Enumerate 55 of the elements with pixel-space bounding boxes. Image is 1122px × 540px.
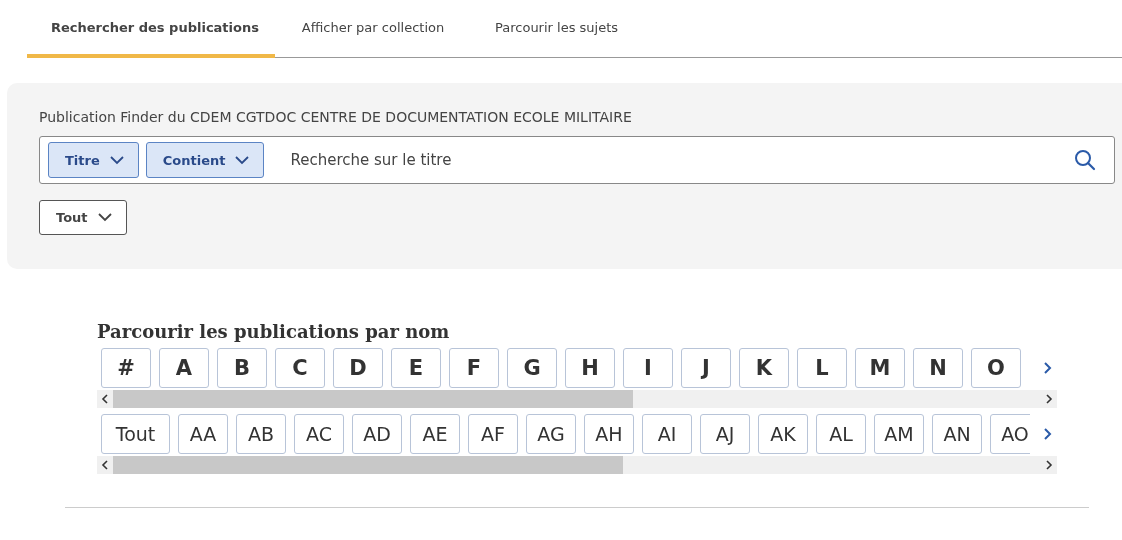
letter-button[interactable]: J [681, 348, 731, 388]
letter-button[interactable]: AK [758, 414, 808, 454]
tab[interactable]: Afficher par collection [275, 0, 471, 58]
letter-button[interactable]: AO [990, 414, 1030, 454]
letter-button[interactable]: AM [874, 414, 924, 454]
chevron-left-icon[interactable] [101, 460, 109, 470]
letter-button[interactable]: G [507, 348, 557, 388]
letter-button[interactable]: I [623, 348, 673, 388]
chevron-down-icon [235, 155, 250, 165]
letter-button[interactable]: H [565, 348, 615, 388]
letter-button[interactable]: AN [932, 414, 982, 454]
scrollbar[interactable] [97, 390, 1057, 408]
letter-button[interactable]: AL [816, 414, 866, 454]
scrollbar[interactable] [97, 456, 1057, 474]
scrollbar-thumb[interactable] [113, 456, 624, 474]
panel-title: Publication Finder du CDEM CGTDOC CENTRE DE DOCUMENTATION ECOLE MILITAIRE [39, 109, 633, 125]
browse-heading: Parcourir les publications par nom [97, 321, 451, 342]
chevron-right-icon[interactable] [1043, 427, 1053, 441]
scope-dropdown[interactable]: Tout [39, 200, 127, 235]
chevron-right-icon[interactable] [1045, 394, 1053, 404]
letter-button[interactable]: AF [468, 414, 518, 454]
letter-button[interactable]: L [797, 348, 847, 388]
letter-button[interactable]: AC [294, 414, 344, 454]
letter-button[interactable]: AJ [700, 414, 750, 454]
letter-button[interactable]: A [159, 348, 209, 388]
letter-button[interactable]: O [971, 348, 1021, 388]
letter-button[interactable]: Tout [101, 414, 170, 454]
chevron-down-icon [97, 213, 112, 222]
letter-button[interactable]: AE [410, 414, 460, 454]
letter-button[interactable]: C [275, 348, 325, 388]
letter-button[interactable]: K [739, 348, 789, 388]
letter-button[interactable]: AH [584, 414, 634, 454]
search-field[interactable]: Titre Contient Recherche sur le titre [39, 136, 1115, 184]
letter-button[interactable]: B [217, 348, 267, 388]
letter-button[interactable]: AB [236, 414, 286, 454]
letter-button[interactable]: AI [642, 414, 692, 454]
tab[interactable]: Rechercher des publications [27, 0, 275, 58]
letter-button[interactable]: AA [178, 414, 228, 454]
field-dropdown[interactable]: Titre [48, 142, 139, 178]
tab[interactable]: Parcourir les sujets [471, 0, 643, 58]
letter-button[interactable]: N [913, 348, 963, 388]
chevron-left-icon[interactable] [101, 394, 109, 404]
search-icon[interactable] [1074, 149, 1096, 171]
letter-button[interactable]: F [449, 348, 499, 388]
letter-button[interactable]: D [333, 348, 383, 388]
letter-button[interactable]: # [101, 348, 151, 388]
letter-button[interactable]: AD [352, 414, 402, 454]
letter-button[interactable]: E [391, 348, 441, 388]
letter-button[interactable]: AG [526, 414, 576, 454]
scrollbar-thumb[interactable] [113, 390, 633, 408]
chevron-right-icon[interactable] [1043, 361, 1053, 375]
letter-button[interactable]: M [855, 348, 905, 388]
chevron-down-icon [109, 155, 124, 165]
match-dropdown[interactable]: Contient [145, 142, 265, 178]
chevron-right-icon[interactable] [1045, 460, 1053, 470]
